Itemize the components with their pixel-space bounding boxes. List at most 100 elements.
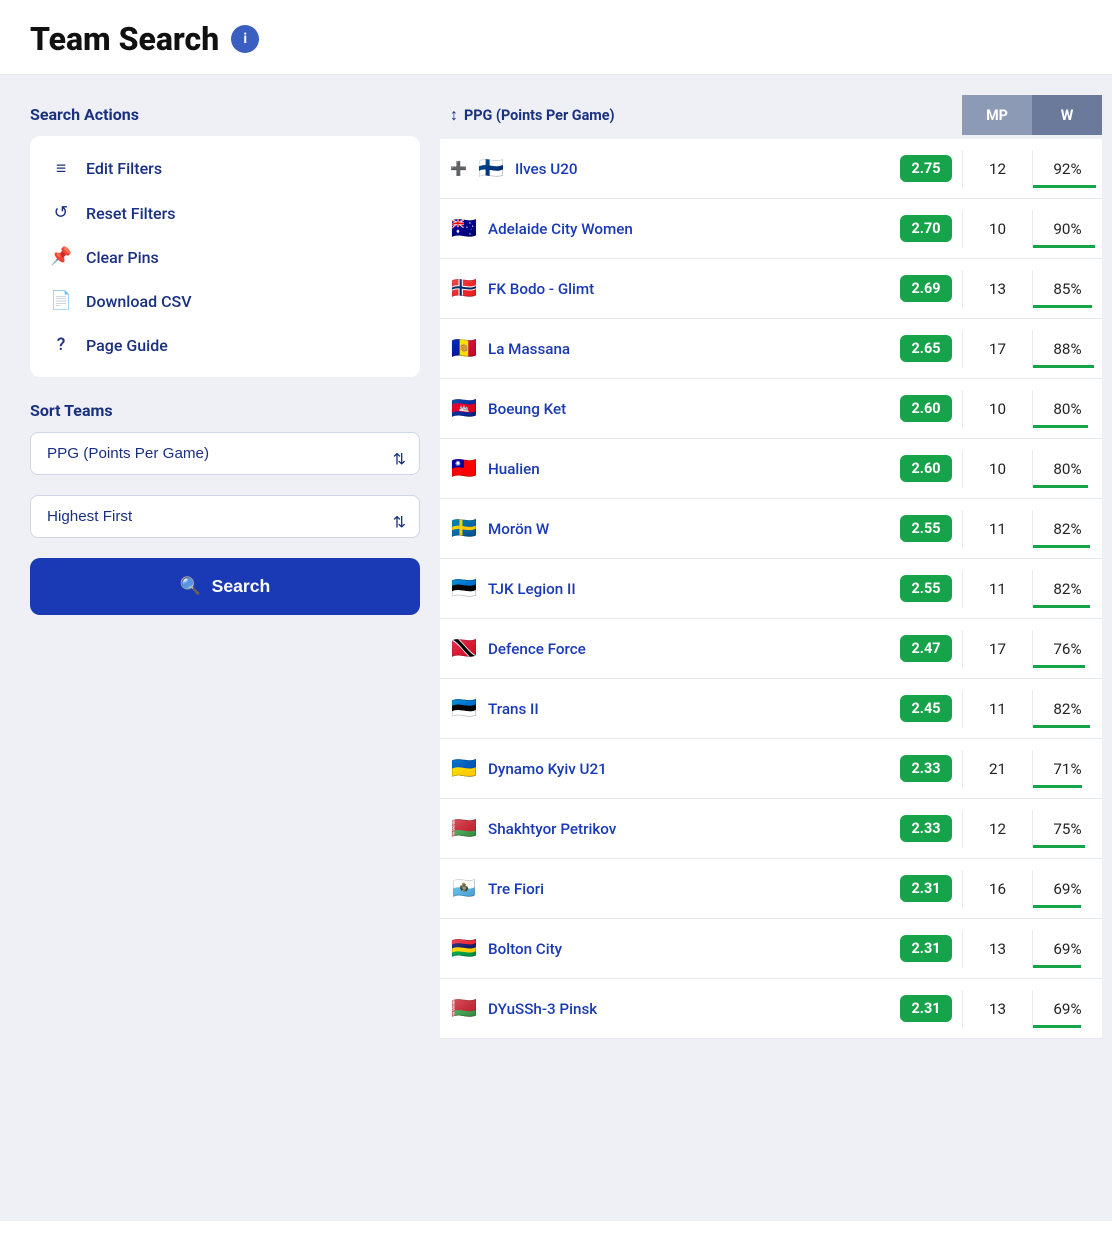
search-button[interactable]: 🔍 Search [30,558,420,615]
table-row[interactable]: 🇧🇾 DYuSSh-3 Pinsk 2.31 13 69% [440,979,1102,1039]
w-cell: 69% [1032,990,1102,1028]
page-guide-icon: ? [50,335,72,355]
team-flag: 🇪🇪 [450,697,478,721]
mp-cell: 17 [962,630,1032,668]
download-csv-label: Download CSV [86,292,192,311]
action-clear-pins[interactable]: 📌 Clear Pins [30,235,420,279]
w-cell: 80% [1032,450,1102,488]
team-name: TJK Legion II [488,580,576,598]
sort-section: Sort Teams PPG (Points Per Game) Highest… [30,401,420,615]
table-row[interactable]: 🇲🇺 Bolton City 2.31 13 69% [440,919,1102,979]
w-bar [1033,185,1096,188]
team-flag: 🇰🇭 [450,397,478,421]
mp-cell: 13 [962,930,1032,968]
team-name: FK Bodo - Glimt [488,280,594,298]
team-cell: 🇲🇺 Bolton City [440,927,900,971]
table-row[interactable]: 🇸🇪 Morön W 2.55 11 82% [440,499,1102,559]
clear-pins-icon: 📌 [50,247,72,267]
ppg-badge: 2.75 [900,155,952,182]
clear-pins-label: Clear Pins [86,248,159,267]
col-header-mp: MP [962,95,1032,135]
ppg-badge: 2.55 [900,575,952,602]
team-name: Boeung Ket [488,400,566,418]
download-csv-icon: 📄 [50,291,72,311]
search-icon: 🔍 [180,576,202,597]
team-name: Adelaide City Women [488,220,633,238]
team-name: Morön W [488,520,549,538]
ppg-badge: 2.33 [900,815,952,842]
page-title: Team Search [30,20,219,58]
main-layout: Search Actions ≡ Edit Filters ↺ Reset Fi… [0,75,1112,1221]
w-cell: 82% [1032,690,1102,728]
sort-icon: ↕ [450,105,458,125]
ppg-badge: 2.47 [900,635,952,662]
w-bar [1033,785,1082,788]
sidebar: Search Actions ≡ Edit Filters ↺ Reset Fi… [20,95,440,1201]
table-row[interactable]: 🇪🇪 Trans II 2.45 11 82% [440,679,1102,739]
team-name: Dynamo Kyiv U21 [488,760,607,778]
sort-order-select[interactable]: Highest First [30,495,420,538]
mp-cell: 10 [962,210,1032,248]
action-reset-filters[interactable]: ↺ Reset Filters [30,191,420,235]
table-row[interactable]: ➕ 🇫🇮 Ilves U20 2.75 12 92% [440,139,1102,199]
search-actions-label: Search Actions [30,105,420,124]
w-cell: 92% [1032,150,1102,188]
col-header-team: ↕ PPG (Points Per Game) [440,95,962,135]
team-cell: ➕ 🇫🇮 Ilves U20 [440,147,900,191]
w-cell: 71% [1032,750,1102,788]
table-row[interactable]: 🇧🇾 Shakhtyor Petrikov 2.33 12 75% [440,799,1102,859]
sort-by-wrapper: PPG (Points Per Game) [30,432,420,485]
table-row[interactable]: 🇰🇭 Boeung Ket 2.60 10 80% [440,379,1102,439]
page-header: Team Search i [0,0,1112,75]
w-bar [1033,725,1090,728]
ppg-badge: 2.31 [900,875,952,902]
table-row[interactable]: 🇳🇴 FK Bodo - Glimt 2.69 13 85% [440,259,1102,319]
team-cell: 🇧🇾 DYuSSh-3 Pinsk [440,987,900,1031]
w-cell: 82% [1032,510,1102,548]
w-bar [1033,485,1088,488]
team-flag: 🇲🇺 [450,937,478,961]
team-flag: 🇫🇮 [477,157,505,181]
w-bar [1033,665,1085,668]
action-download-csv[interactable]: 📄 Download CSV [30,279,420,323]
table-row[interactable]: 🇦🇩 La Massana 2.65 17 88% [440,319,1102,379]
action-page-guide[interactable]: ? Page Guide [30,323,420,367]
team-cell: 🇧🇾 Shakhtyor Petrikov [440,807,900,851]
mp-cell: 10 [962,450,1032,488]
mp-cell: 13 [962,990,1032,1028]
table-header-row: ↕ PPG (Points Per Game) MP W [440,95,1102,135]
edit-filters-label: Edit Filters [86,159,162,178]
table-row[interactable]: 🇸🇲 Tre Fiori 2.31 16 69% [440,859,1102,919]
page-guide-label: Page Guide [86,336,168,355]
reset-filters-icon: ↺ [50,203,72,223]
info-icon[interactable]: i [231,25,259,53]
w-cell: 85% [1032,270,1102,308]
team-cell: 🇸🇲 Tre Fiori [440,867,900,911]
team-cell: 🇺🇦 Dynamo Kyiv U21 [440,747,900,791]
table-row[interactable]: 🇦🇺 Adelaide City Women 2.70 10 90% [440,199,1102,259]
w-bar [1033,845,1085,848]
sort-by-select[interactable]: PPG (Points Per Game) [30,432,420,475]
team-name: DYuSSh-3 Pinsk [488,1000,597,1018]
mp-cell: 11 [962,510,1032,548]
table-row[interactable]: 🇹🇹 Defence Force 2.47 17 76% [440,619,1102,679]
team-cell: 🇰🇭 Boeung Ket [440,387,900,431]
team-name: Hualien [488,460,540,478]
table-row[interactable]: 🇺🇦 Dynamo Kyiv U21 2.33 21 71% [440,739,1102,799]
team-flag: 🇳🇴 [450,277,478,301]
sort-teams-label: Sort Teams [30,401,420,420]
team-flag: 🇪🇪 [450,577,478,601]
w-bar [1033,365,1094,368]
w-bar [1033,965,1081,968]
ppg-badge: 2.31 [900,935,952,962]
ppg-badge: 2.60 [900,455,952,482]
w-cell: 76% [1032,630,1102,668]
action-edit-filters[interactable]: ≡ Edit Filters [30,146,420,191]
team-name: Trans II [488,700,539,718]
ppg-badge: 2.70 [900,215,952,242]
edit-filters-icon: ≡ [50,158,72,179]
mp-cell: 21 [962,750,1032,788]
table-row[interactable]: 🇹🇼 Hualien 2.60 10 80% [440,439,1102,499]
col-header-w: W [1032,95,1102,135]
table-row[interactable]: 🇪🇪 TJK Legion II 2.55 11 82% [440,559,1102,619]
